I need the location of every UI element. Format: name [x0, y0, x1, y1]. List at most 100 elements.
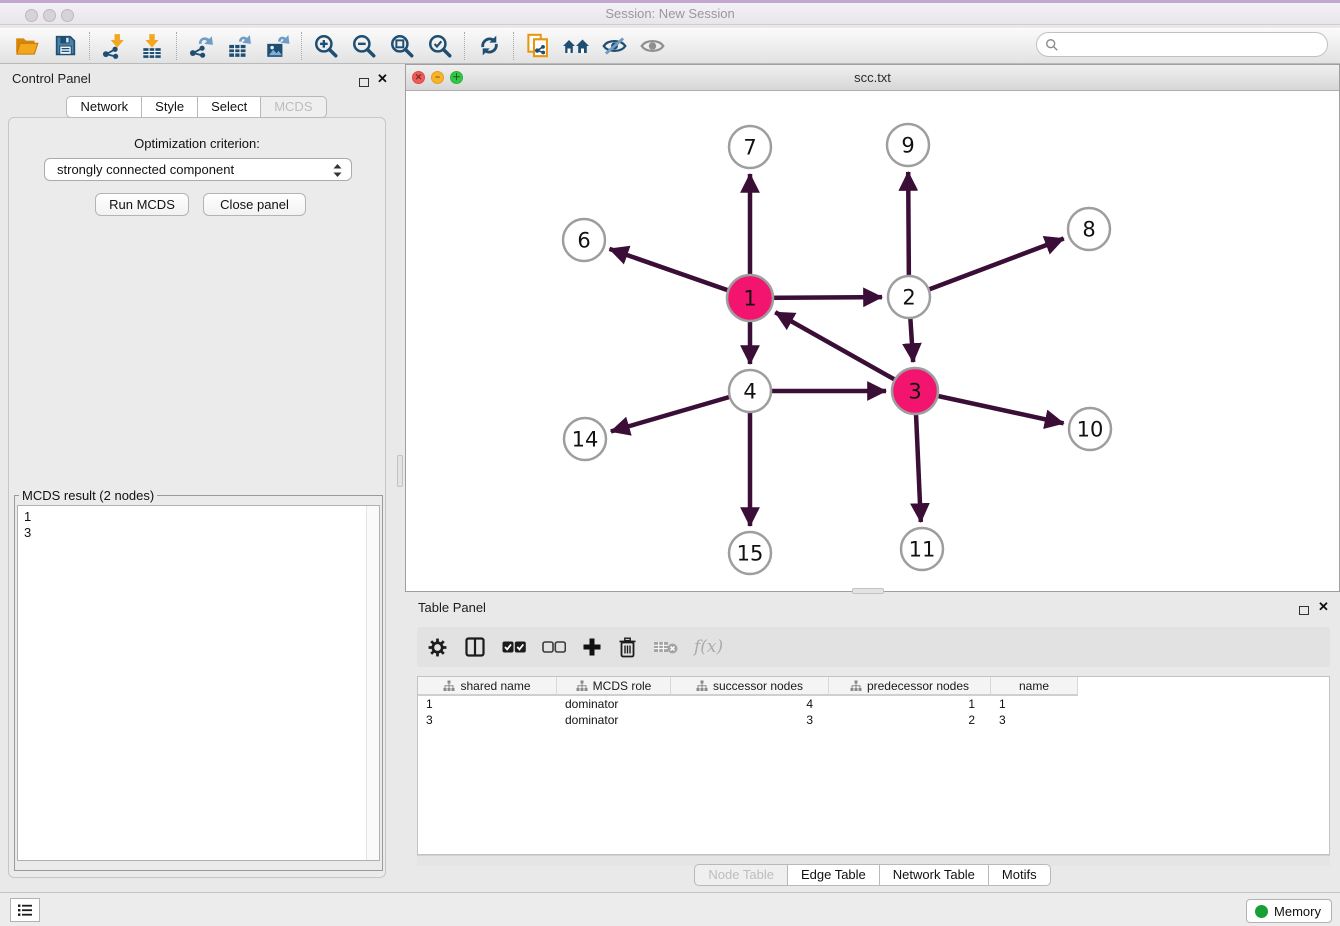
cell-successor-nodes[interactable]: 3 [671, 712, 829, 728]
search-box [1036, 32, 1328, 57]
cell-shared-name[interactable]: 1 [418, 696, 557, 712]
network-canvas[interactable]: 7 9 6 8 1 2 4 3 14 10 15 11 [406, 91, 1339, 591]
zoom-in-icon[interactable] [307, 30, 345, 62]
close-panel-button[interactable]: Close panel [203, 193, 306, 216]
export-image-icon[interactable] [258, 30, 296, 62]
table-row[interactable]: 1 dominator 4 1 1 [418, 696, 1078, 712]
show-all-icon[interactable] [633, 30, 671, 62]
column-header-shared-name[interactable]: shared name [418, 677, 557, 696]
search-icon [1045, 38, 1059, 52]
save-session-icon[interactable] [46, 30, 84, 62]
zoom-fit-icon[interactable] [383, 30, 421, 62]
node-2[interactable]: 2 [888, 276, 930, 318]
tab-style[interactable]: Style [142, 96, 198, 118]
search-input[interactable] [1059, 35, 1327, 55]
tab-motifs[interactable]: Motifs [989, 864, 1051, 886]
node-14[interactable]: 14 [564, 418, 606, 460]
edges-layer [609, 172, 1063, 526]
network-window-titlebar[interactable]: ✕ − ＋ scc.txt [406, 65, 1339, 91]
tab-edge-table[interactable]: Edge Table [788, 864, 880, 886]
node-7[interactable]: 7 [729, 126, 771, 168]
table-settings-icon[interactable] [427, 637, 448, 658]
node-6[interactable]: 6 [563, 219, 605, 261]
column-header-predecessor-nodes[interactable]: predecessor nodes [829, 677, 991, 696]
delete-column-icon[interactable] [618, 637, 637, 658]
toolbar-separator [176, 32, 177, 60]
horizontal-split-handle[interactable] [852, 588, 884, 594]
cell-name[interactable]: 1 [991, 696, 1078, 712]
zoom-out-icon[interactable] [345, 30, 383, 62]
cell-successor-nodes[interactable]: 4 [671, 696, 829, 712]
status-bar: Memory [0, 892, 1340, 926]
node-9[interactable]: 9 [887, 124, 929, 166]
network-window-title: scc.txt [406, 70, 1339, 85]
clone-network-icon[interactable] [519, 30, 557, 62]
column-header-mcds-role[interactable]: MCDS role [557, 677, 671, 696]
cell-name[interactable]: 3 [991, 712, 1078, 728]
delete-table-icon[interactable] [653, 639, 678, 655]
main-toolbar [0, 28, 1340, 64]
export-table-icon[interactable] [220, 30, 258, 62]
show-panels-list-button[interactable] [10, 898, 40, 922]
control-panel-close-icon[interactable]: ✕ [377, 74, 388, 84]
refresh-view-icon[interactable] [470, 30, 508, 62]
network-view-window: ✕ − ＋ scc.txt 7 9 6 8 1 2 4 3 14 10 15 11 [405, 64, 1340, 592]
node-10[interactable]: 10 [1069, 408, 1111, 450]
node-4[interactable]: 4 [729, 370, 771, 412]
minimize-window-icon[interactable] [43, 9, 56, 22]
app-titlebar: Session: New Session [0, 0, 1340, 25]
node-15[interactable]: 15 [729, 532, 771, 574]
cell-predecessor-nodes[interactable]: 2 [829, 712, 991, 728]
node-11[interactable]: 11 [901, 528, 943, 570]
mcds-result-groupbox: MCDS result (2 nodes) 1 3 [14, 488, 383, 871]
zoom-window-icon[interactable] [61, 9, 74, 22]
export-network-icon[interactable] [182, 30, 220, 62]
memory-status-icon [1255, 905, 1268, 918]
cell-shared-name[interactable]: 3 [418, 712, 557, 728]
tab-select[interactable]: Select [198, 96, 261, 118]
run-mcds-button[interactable]: Run MCDS [95, 193, 189, 216]
zoom-selected-icon[interactable] [421, 30, 459, 62]
column-type-icon [576, 680, 588, 692]
vertical-split-handle[interactable] [397, 455, 403, 487]
criterion-dropdown-value: strongly connected component [57, 162, 234, 177]
edge-2-to-8[interactable] [909, 239, 1064, 297]
control-panel-float-icon[interactable] [359, 74, 369, 92]
cell-mcds-role[interactable]: dominator [557, 712, 671, 728]
table-row[interactable]: 3 dominator 3 2 3 [418, 712, 1078, 728]
optimization-criterion-label: Optimization criterion: [8, 136, 386, 151]
table-toolbar: f(x) [417, 627, 1330, 667]
mcds-result-scrollbar[interactable] [366, 506, 379, 860]
chevron-up-down-icon [332, 162, 343, 182]
memory-button[interactable]: Memory [1246, 899, 1332, 923]
import-network-icon[interactable] [95, 30, 133, 62]
tab-network-table[interactable]: Network Table [880, 864, 989, 886]
column-header-name[interactable]: name [991, 677, 1078, 696]
add-column-icon[interactable] [582, 637, 602, 657]
table-panel-close-icon[interactable]: ✕ [1318, 602, 1329, 612]
node-8[interactable]: 8 [1068, 208, 1110, 250]
tab-node-table[interactable]: Node Table [694, 864, 788, 886]
toolbar-separator [89, 32, 90, 60]
select-all-columns-icon[interactable] [502, 641, 526, 654]
window-title: Session: New Session [0, 3, 1340, 25]
column-header-successor-nodes[interactable]: successor nodes [671, 677, 829, 696]
import-table-icon[interactable] [133, 30, 171, 62]
tab-mcds[interactable]: MCDS [261, 96, 326, 118]
function-builder-icon[interactable]: f(x) [694, 637, 723, 657]
deselect-all-columns-icon[interactable] [542, 641, 566, 654]
first-neighbors-icon[interactable] [557, 30, 595, 62]
mcds-result-text[interactable]: 1 3 [17, 505, 380, 861]
table-panel-float-icon[interactable] [1299, 602, 1309, 620]
node-1[interactable]: 1 [727, 275, 773, 321]
open-file-icon[interactable] [8, 30, 46, 62]
hide-selected-icon[interactable] [595, 30, 633, 62]
criterion-dropdown[interactable]: strongly connected component [44, 158, 352, 181]
column-view-icon[interactable] [464, 636, 486, 658]
close-window-icon[interactable] [25, 9, 38, 22]
tab-network[interactable]: Network [66, 96, 142, 118]
control-panel-tabs: Network Style Select MCDS [0, 96, 393, 118]
cell-mcds-role[interactable]: dominator [557, 696, 671, 712]
cell-predecessor-nodes[interactable]: 1 [829, 696, 991, 712]
node-3[interactable]: 3 [892, 368, 938, 414]
